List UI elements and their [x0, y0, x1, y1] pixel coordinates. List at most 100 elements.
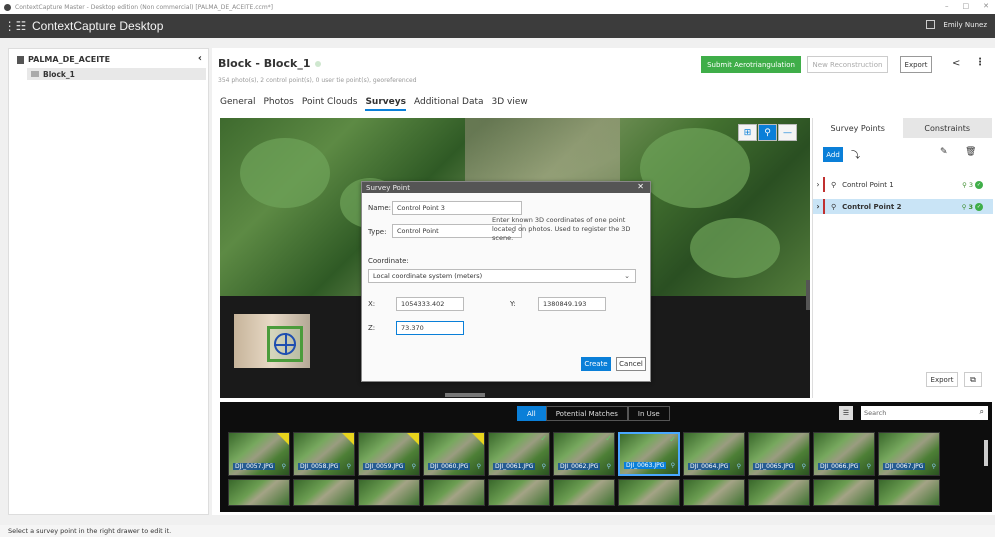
viewport-scrollbar[interactable]	[806, 280, 810, 310]
photo-thumbnails-row2	[228, 479, 940, 506]
project-tree: PALMA_DE_ACEITE ‹ Block_1	[8, 48, 209, 515]
photo-name: DJI_0063.JPG	[624, 462, 667, 469]
maximize-icon[interactable]: □	[963, 2, 970, 10]
trash-icon[interactable]: 🗑	[965, 147, 976, 157]
photo-thumbnail[interactable]: DJI_0066.JPG ⚲	[813, 432, 875, 476]
measure-icon[interactable]: —	[778, 124, 797, 141]
marker-mode-icon[interactable]: ⚲	[758, 124, 777, 141]
y-input[interactable]: 1380849.193	[538, 297, 606, 311]
project-node[interactable]: PALMA_DE_ACEITE	[17, 55, 110, 64]
photo-thumbnail[interactable]	[423, 479, 485, 506]
unreviewed-flag-icon	[407, 433, 419, 445]
photo-thumbnail[interactable]	[683, 479, 745, 506]
tab-general[interactable]: General	[220, 97, 255, 111]
export-button[interactable]: Export	[900, 56, 932, 73]
photo-search-input[interactable]: Search ⌕	[861, 406, 988, 420]
photo-thumbnail[interactable]: DJI_0064.JPG ⚲	[683, 432, 745, 476]
block-title: Block - Block_1	[218, 57, 311, 70]
chevron-right-icon[interactable]: ›	[813, 202, 823, 211]
photo-name: DJI_0060.JPG	[428, 463, 471, 470]
filter-potential-matches[interactable]: Potential Matches	[545, 406, 628, 421]
export-survey-button[interactable]: Export	[926, 372, 958, 387]
block-icon	[31, 71, 39, 77]
pick-point-icon[interactable]: ⤵	[851, 148, 860, 161]
photo-thumbnail[interactable]	[813, 479, 875, 506]
survey-point-item[interactable]: › ⚲ Control Point 2 ⚲ 3 ✓	[813, 199, 993, 214]
tab-additional-data[interactable]: Additional Data	[414, 97, 484, 111]
geotag-icon: ⚲	[281, 463, 286, 470]
sort-icon[interactable]: ☰	[839, 406, 853, 420]
window-titlebar: ContextCapture Master - Desktop edition …	[0, 0, 995, 14]
create-button[interactable]: Create	[581, 357, 611, 371]
geotag-icon: ⚲	[931, 463, 936, 470]
app-menu-icon[interactable]: ⋮☷	[4, 17, 27, 35]
z-input[interactable]: 73.370	[396, 321, 464, 335]
photo-thumbnail[interactable]	[553, 479, 615, 506]
photo-thumbnail[interactable]: DJI_0067.JPG ⚲	[878, 432, 940, 476]
coordinate-system-select[interactable]: Local coordinate system (meters) ⌄	[368, 269, 636, 283]
photo-thumbnail[interactable]: DJI_0057.JPG ⚲	[228, 432, 290, 476]
submit-aerotriangulation-button[interactable]: Submit Aerotriangulation	[701, 56, 801, 73]
filter-in-use[interactable]: In Use	[627, 406, 670, 421]
checkmark-icon: ✓	[605, 434, 612, 443]
tab-constraints[interactable]: Constraints	[902, 118, 992, 138]
drawer-tabs: Survey Points Constraints	[813, 118, 992, 138]
photo-thumbnail[interactable]: DJI_0058.JPG ⚲	[293, 432, 355, 476]
tree-canopy	[640, 128, 750, 208]
photo-thumbnail[interactable]: ✓ DJI_0062.JPG ⚲	[553, 432, 615, 476]
photo-thumbnail[interactable]: DJI_0059.JPG ⚲	[358, 432, 420, 476]
target-box	[267, 326, 303, 362]
tree-item-block[interactable]: Block_1	[27, 68, 206, 80]
geotag-icon: ⚲	[736, 463, 741, 470]
collapse-sidebar-icon[interactable]: ‹	[198, 53, 202, 64]
dialog-help-text: Enter known 3D coordinates of one point …	[492, 216, 631, 242]
photo-thumbnail[interactable]	[748, 479, 810, 506]
add-survey-point-button[interactable]: Add	[823, 147, 843, 162]
new-reconstruction-button[interactable]: New Reconstruction	[807, 56, 888, 73]
geotag-icon: ⚲	[606, 463, 611, 470]
share-icon[interactable]: <	[952, 58, 960, 69]
tab-3d-view[interactable]: 3D view	[492, 97, 528, 111]
name-input[interactable]: Control Point 3	[392, 201, 522, 215]
tab-survey-points[interactable]: Survey Points	[813, 118, 903, 138]
chevron-right-icon[interactable]: ›	[813, 180, 823, 189]
tab-photos[interactable]: Photos	[263, 97, 293, 111]
photo-thumbnail[interactable]	[618, 479, 680, 506]
photo-thumbnail[interactable]: DJI_0060.JPG ⚲	[423, 432, 485, 476]
pin-icon: ⚲	[831, 202, 837, 211]
zoom-preview	[234, 314, 310, 368]
more-options-icon[interactable]: ⋮	[975, 57, 985, 68]
close-icon[interactable]: ✕	[983, 2, 989, 10]
user-area[interactable]: Emily Nunez	[926, 20, 987, 29]
x-input[interactable]: 1054333.402	[396, 297, 464, 311]
photo-thumbnail[interactable]	[488, 479, 550, 506]
photo-thumbnail[interactable]	[228, 479, 290, 506]
grid-view-icon[interactable]: ⊞	[738, 124, 757, 141]
checkmark-icon: ✓	[669, 435, 676, 444]
block-summary: 354 photo(s), 2 control point(s), 0 user…	[218, 77, 417, 84]
search-icon[interactable]: ⌕	[980, 407, 984, 417]
strip-scrollbar[interactable]	[984, 440, 988, 466]
check-icon: ✓	[975, 202, 983, 211]
app-header: ⋮☷ ContextCapture Desktop Emily Nunez	[0, 14, 995, 38]
copy-icon[interactable]: ⧉	[964, 372, 982, 387]
tab-surveys[interactable]: Surveys	[365, 97, 406, 111]
photo-thumbnail[interactable]	[358, 479, 420, 506]
edit-icon[interactable]: ✎	[940, 147, 948, 157]
cancel-button[interactable]: Cancel	[616, 357, 646, 371]
geotag-icon: ⚲	[670, 462, 675, 469]
dialog-close-icon[interactable]: ✕	[637, 182, 644, 191]
user-card-icon	[926, 20, 936, 29]
photo-thumbnail[interactable]	[878, 479, 940, 506]
tab-point-clouds[interactable]: Point Clouds	[302, 97, 358, 111]
geotag-icon: ⚲	[541, 463, 546, 470]
filter-all[interactable]: All	[517, 406, 546, 421]
photo-thumbnail[interactable]: ✓ DJI_0063.JPG ⚲	[618, 432, 680, 476]
splitter-handle[interactable]	[445, 393, 485, 397]
photo-thumbnail[interactable]	[293, 479, 355, 506]
photo-thumbnail[interactable]: DJI_0065.JPG ⚲	[748, 432, 810, 476]
photo-thumbnail[interactable]: ✓ DJI_0061.JPG ⚲	[488, 432, 550, 476]
survey-point-item[interactable]: › ⚲ Control Point 1 ⚲ 3 ✓	[813, 177, 993, 192]
geotag-icon: ⚲	[801, 463, 806, 470]
minimize-icon[interactable]: –	[945, 2, 949, 10]
